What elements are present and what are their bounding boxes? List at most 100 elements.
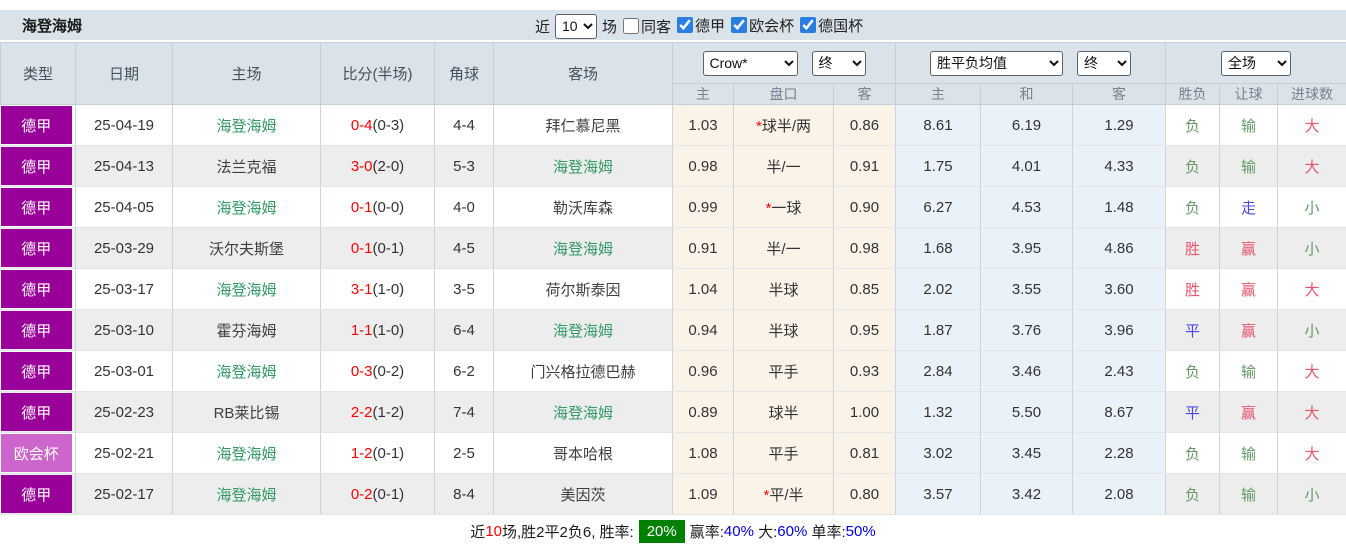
avg-home-cell: 3.02 — [896, 433, 981, 474]
avg-final-select[interactable]: 终 — [1077, 51, 1131, 76]
odds-home-cell: 0.96 — [673, 351, 734, 392]
near-count-select[interactable]: 10 — [555, 14, 597, 39]
home-team-link[interactable]: 海登海姆 — [216, 487, 276, 504]
odds-home-cell: 0.99 — [673, 187, 734, 228]
date-cell: 25-02-21 — [76, 433, 173, 474]
result-handicap-cell: 输 — [1220, 433, 1278, 474]
odds-away-cell: 0.90 — [834, 187, 896, 228]
footer-segment: 10 — [485, 523, 502, 540]
avg-away-cell: 2.28 — [1073, 433, 1166, 474]
away-team-link[interactable]: 勒沃库森 — [553, 200, 613, 217]
half-score: (1-0) — [373, 281, 405, 298]
sub-header-avg-away: 客 — [1073, 84, 1166, 105]
avg-draw-cell: 5.50 — [981, 392, 1073, 433]
away-team-link[interactable]: 门兴格拉德巴赫 — [530, 364, 635, 381]
title-bar: 海登海姆 近 10 场 同客 德甲欧会杯德国杯 — [0, 10, 1346, 42]
avg-away-cell: 1.29 — [1073, 105, 1166, 146]
league-checkbox-欧会杯[interactable] — [731, 17, 747, 33]
home-team-cell: 霍芬海姆 — [173, 310, 321, 351]
odds-home-cell: 0.94 — [673, 310, 734, 351]
away-team-link[interactable]: 哥本哈根 — [553, 446, 613, 463]
away-team-link[interactable]: 拜仁慕尼黑 — [545, 118, 620, 135]
league-cell: 德甲 — [1, 474, 76, 515]
odds-final-select[interactable]: 终 — [812, 51, 866, 76]
league-badge: 德甲 — [1, 188, 73, 226]
match-row: 德甲 25-03-10 霍芬海姆 1-1(1-0) 6-4 海登海姆 0.94 … — [1, 310, 1346, 351]
match-row: 欧会杯 25-02-21 海登海姆 1-2(0-1) 2-5 哥本哈根 1.08… — [1, 433, 1346, 474]
home-team-link[interactable]: 海登海姆 — [216, 364, 276, 381]
home-team-link[interactable]: 海登海姆 — [216, 446, 276, 463]
match-row: 德甲 25-04-13 法兰克福 3-0(2-0) 5-3 海登海姆 0.98 … — [1, 146, 1346, 187]
odds-away-cell: 0.81 — [834, 433, 896, 474]
avg-home-cell: 3.57 — [896, 474, 981, 515]
away-team-link[interactable]: 荷尔斯泰因 — [545, 282, 620, 299]
half-score: (1-2) — [373, 404, 405, 421]
league-checkbox-德国杯[interactable] — [800, 17, 816, 33]
avg-draw-cell: 3.76 — [981, 310, 1073, 351]
full-score: 1-2 — [351, 445, 373, 462]
half-score: (0-0) — [373, 199, 405, 216]
home-team-cell: 海登海姆 — [173, 105, 321, 146]
result-handicap-cell: 赢 — [1220, 228, 1278, 269]
avg-type-select[interactable]: 胜平负均值 — [930, 51, 1063, 76]
home-team-cell: 海登海姆 — [173, 433, 321, 474]
date-cell: 25-03-17 — [76, 269, 173, 310]
result-handicap-cell: 赢 — [1220, 392, 1278, 433]
odds-home-cell: 0.91 — [673, 228, 734, 269]
footer-segment: 近 — [470, 521, 485, 542]
avg-select-group: 胜平负均值 终 — [896, 43, 1166, 84]
home-team-link[interactable]: 霍芬海姆 — [216, 323, 276, 340]
result-goals-cell: 小 — [1278, 187, 1346, 228]
scope-select[interactable]: 全场 — [1221, 51, 1291, 76]
odds-away-cell: 0.86 — [834, 105, 896, 146]
handicap-cell: 平手 — [734, 433, 834, 474]
away-team-link[interactable]: 美因茨 — [560, 487, 605, 504]
away-team-link[interactable]: 海登海姆 — [553, 323, 613, 340]
odds-source-select[interactable]: Crow* — [703, 51, 798, 76]
same-opponent-checkbox[interactable] — [623, 18, 639, 34]
filter-bar: 近 10 场 同客 德甲欧会杯德国杯 — [535, 10, 863, 42]
league-cell: 德甲 — [1, 228, 76, 269]
home-team-link[interactable]: 沃尔夫斯堡 — [209, 241, 284, 258]
matches-table: 类型 日期 主场 比分(半场) 角球 客场 Crow* 终 胜平负均值 终 — [0, 42, 1346, 515]
league-cell: 欧会杯 — [1, 433, 76, 474]
corners-cell: 8-4 — [435, 474, 494, 515]
date-cell: 25-04-19 — [76, 105, 173, 146]
league-badge: 德甲 — [1, 393, 73, 431]
handicap-text: 半/一 — [766, 241, 800, 258]
league-checkbox-德甲[interactable] — [677, 17, 693, 33]
col-header-away: 客场 — [494, 43, 673, 105]
corners-cell: 5-3 — [435, 146, 494, 187]
away-team-cell: 门兴格拉德巴赫 — [494, 351, 673, 392]
col-header-score: 比分(半场) — [321, 43, 435, 105]
match-row: 德甲 25-02-23 RB莱比锡 2-2(1-2) 7-4 海登海姆 0.89… — [1, 392, 1346, 433]
full-score: 0-1 — [351, 240, 373, 257]
away-team-link[interactable]: 海登海姆 — [553, 241, 613, 258]
sub-header-odds-away: 客 — [834, 84, 896, 105]
away-team-cell: 荷尔斯泰因 — [494, 269, 673, 310]
away-team-link[interactable]: 海登海姆 — [553, 405, 613, 422]
avg-away-cell: 2.08 — [1073, 474, 1166, 515]
league-badge: 德甲 — [1, 147, 73, 185]
home-team-link[interactable]: RB莱比锡 — [214, 405, 280, 422]
footer-segment: 60% — [777, 523, 807, 540]
away-team-link[interactable]: 海登海姆 — [553, 159, 613, 176]
league-badge: 德甲 — [1, 475, 73, 513]
home-team-link[interactable]: 法兰克福 — [216, 159, 276, 176]
col-header-date: 日期 — [76, 43, 173, 105]
result-goals-cell: 大 — [1278, 105, 1346, 146]
result-goals-cell: 大 — [1278, 351, 1346, 392]
home-team-link[interactable]: 海登海姆 — [216, 200, 276, 217]
result-wdl-cell: 负 — [1166, 474, 1220, 515]
full-score: 2-2 — [351, 404, 373, 421]
home-team-link[interactable]: 海登海姆 — [216, 118, 276, 135]
handicap-cell: 球半 — [734, 392, 834, 433]
score-cell: 0-4(0-3) — [321, 105, 435, 146]
league-cell: 德甲 — [1, 351, 76, 392]
avg-home-cell: 1.32 — [896, 392, 981, 433]
home-team-link[interactable]: 海登海姆 — [216, 282, 276, 299]
footer-segment: 40% — [724, 523, 754, 540]
league-checkbox-label: 欧会杯 — [749, 15, 794, 36]
date-cell: 25-04-13 — [76, 146, 173, 187]
footer-segment: 单率: — [807, 521, 845, 542]
